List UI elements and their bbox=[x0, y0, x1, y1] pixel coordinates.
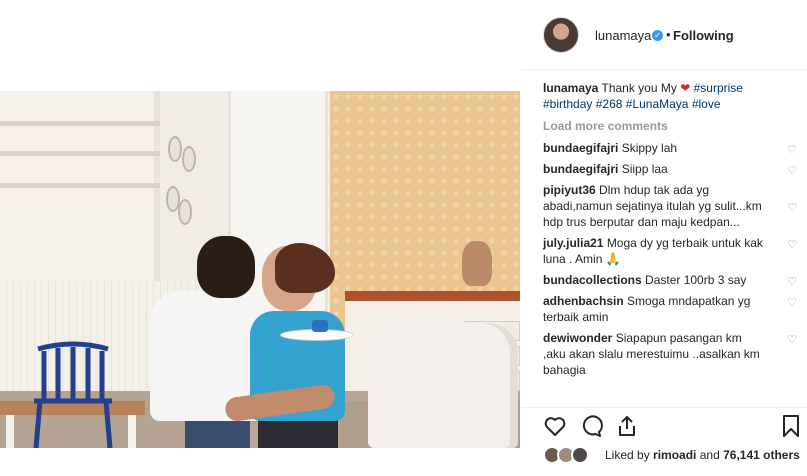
photo-blue-chair bbox=[33, 341, 113, 448]
comment-like-heart-icon[interactable]: ♡ bbox=[787, 237, 797, 253]
comment-username[interactable]: july.julia21 bbox=[543, 236, 603, 250]
comment-username[interactable]: bundacollections bbox=[543, 273, 642, 287]
liker-avatar[interactable] bbox=[571, 446, 589, 464]
hashtag-link[interactable]: #LunaMaya bbox=[626, 97, 689, 111]
hashtag-link[interactable]: #love bbox=[692, 97, 721, 111]
caption: lunamaya Thank you My ❤ #surprise #birth… bbox=[543, 80, 787, 112]
comments-section: lunamaya Thank you My ❤ #surprise #birth… bbox=[543, 80, 797, 383]
action-bar bbox=[543, 414, 801, 440]
photo-vase bbox=[462, 241, 492, 286]
heart-outline-icon[interactable] bbox=[543, 414, 567, 438]
photo-shelf bbox=[0, 91, 160, 281]
header-username[interactable]: lunamaya bbox=[595, 28, 651, 43]
hashtag-link[interactable]: #birthday bbox=[543, 97, 592, 111]
hashtag-link[interactable]: #surprise bbox=[694, 81, 743, 95]
photo-table-leg bbox=[128, 415, 136, 448]
avatar[interactable] bbox=[543, 17, 579, 53]
caption-username[interactable]: lunamaya bbox=[543, 81, 598, 95]
comment-username[interactable]: bundaegifajri bbox=[543, 162, 618, 176]
comment-item: july.julia21 Moga dy yg terbaik untuk ka… bbox=[543, 235, 797, 267]
likes-count[interactable]: 76,141 others bbox=[723, 448, 800, 462]
comment-text: Daster 100rb 3 say bbox=[645, 273, 747, 287]
comment-username[interactable]: dewiwonder bbox=[543, 331, 612, 345]
photo-table-leg bbox=[6, 415, 14, 448]
photo-wall-plate bbox=[178, 199, 192, 225]
hashtag-link[interactable]: #268 bbox=[596, 97, 623, 111]
comment-username[interactable]: adhenbachsin bbox=[543, 294, 624, 308]
photo-wall-plate bbox=[182, 146, 196, 172]
likes-text: Liked by rimoadi and 76,141 others bbox=[605, 448, 800, 462]
header-separator: • bbox=[666, 27, 671, 42]
likes-prefix: Liked by bbox=[605, 448, 650, 462]
photo-man-head bbox=[197, 236, 255, 298]
photo-white-chair bbox=[368, 323, 518, 448]
comment-bubble-icon[interactable] bbox=[579, 414, 603, 438]
photo-woman-pants bbox=[258, 417, 338, 448]
photo-wall-plate bbox=[168, 136, 182, 162]
comment-username[interactable]: pipiyut36 bbox=[543, 183, 596, 197]
comment-like-heart-icon[interactable]: ♡ bbox=[787, 295, 797, 311]
comment-like-heart-icon[interactable]: ♡ bbox=[787, 274, 797, 290]
photo-man-jeans bbox=[185, 419, 250, 448]
comment-item: bundaegifajri Siipp laa ♡ bbox=[543, 161, 797, 177]
load-more-comments-button[interactable]: Load more comments bbox=[543, 118, 787, 134]
comment-like-heart-icon[interactable]: ♡ bbox=[787, 163, 797, 179]
comment-text: Skippy lah bbox=[621, 141, 678, 155]
post-header: lunamaya ✓ • Following bbox=[521, 12, 807, 68]
caption-text: Thank you My bbox=[601, 81, 677, 95]
actions-divider bbox=[521, 407, 807, 408]
comment-item: pipiyut36 Dlm hdup tak ada yg abadi,namu… bbox=[543, 182, 797, 230]
post-photo[interactable] bbox=[0, 91, 520, 448]
verified-badge-icon: ✓ bbox=[652, 30, 663, 41]
header-divider bbox=[521, 69, 807, 70]
bookmark-icon[interactable] bbox=[779, 414, 803, 438]
red-heart-icon: ❤ bbox=[680, 81, 691, 95]
comment-like-heart-icon[interactable]: ♡ bbox=[787, 142, 797, 158]
share-upload-icon[interactable] bbox=[615, 414, 639, 438]
comment-item: adhenbachsin Smoga mndapatkan yg terbaik… bbox=[543, 293, 797, 325]
comment-item: bundacollections Daster 100rb 3 say ♡ bbox=[543, 272, 797, 288]
comment-username[interactable]: bundaegifajri bbox=[543, 141, 618, 155]
comment-like-heart-icon[interactable]: ♡ bbox=[787, 332, 797, 348]
likes-summary: Liked by rimoadi and 76,141 others bbox=[543, 446, 801, 466]
photo-cake bbox=[312, 320, 328, 332]
comment-item: bundaegifajri Skippy lah ♡ bbox=[543, 140, 797, 156]
comment-text: Siipp laa bbox=[621, 162, 668, 176]
likes-and: and bbox=[699, 448, 720, 462]
comment-item: dewiwonder Siapapun pasangan km ,aku aka… bbox=[543, 330, 797, 378]
comment-like-heart-icon[interactable]: ♡ bbox=[787, 200, 797, 216]
following-button[interactable]: Following bbox=[673, 28, 734, 43]
liker-username[interactable]: rimoadi bbox=[653, 448, 696, 462]
